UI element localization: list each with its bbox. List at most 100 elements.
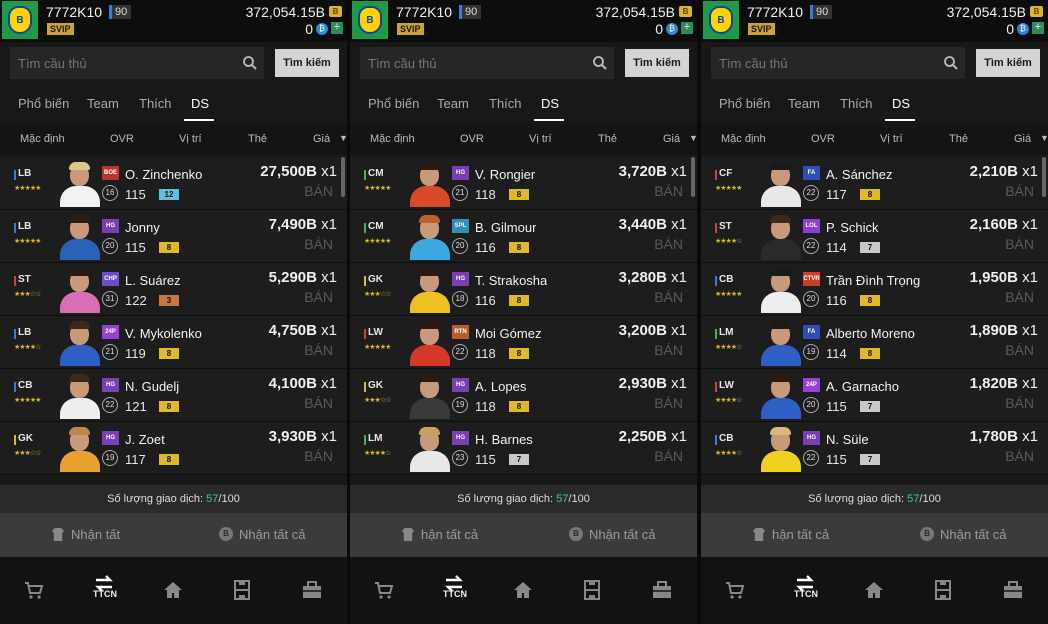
tab-popular[interactable]: Phổ biến — [368, 96, 419, 111]
pitch-icon[interactable] — [932, 579, 954, 601]
sort-desc-icon[interactable]: ▼ — [339, 133, 347, 143]
sell-button[interactable]: BÁN — [1005, 236, 1034, 252]
sort-card[interactable]: Thẻ — [248, 133, 267, 145]
bag-icon[interactable] — [1002, 579, 1024, 601]
sort-position[interactable]: Vị trí — [880, 133, 903, 145]
player-row[interactable]: CB ★★★★★ CTVR 20 Trần Đình Trọng 116 8 1… — [701, 263, 1048, 316]
sort-desc-icon[interactable]: ▼ — [1040, 133, 1048, 143]
sell-button[interactable]: BÁN — [304, 289, 333, 305]
scrollbar[interactable] — [691, 157, 695, 197]
sort-default[interactable]: Mặc định — [721, 133, 766, 145]
player-row[interactable]: ST ★★★☆☆ CHP 31 L. Suárez 122 3 5,290B x… — [0, 263, 347, 316]
sell-button[interactable]: BÁN — [654, 183, 683, 199]
player-row[interactable]: LW ★★★★★ RTN 22 Moi Gómez 118 8 3,200B x… — [350, 316, 697, 369]
tab-popular[interactable]: Phổ biến — [719, 96, 770, 111]
sort-card[interactable]: Thẻ — [598, 133, 617, 145]
tab-team[interactable]: Team — [87, 96, 119, 111]
search-button[interactable]: Tìm kiếm — [275, 49, 339, 77]
sort-position[interactable]: Vị trí — [529, 133, 552, 145]
tab-favorite[interactable]: Thích — [489, 96, 522, 111]
sort-position[interactable]: Vị trí — [179, 133, 202, 145]
sort-price[interactable]: Giá — [1014, 133, 1031, 145]
sell-button[interactable]: BÁN — [1005, 448, 1034, 464]
home-icon[interactable] — [863, 579, 885, 601]
add-credit-button[interactable]: + — [331, 22, 343, 34]
bag-icon[interactable] — [651, 579, 673, 601]
pitch-icon[interactable] — [581, 579, 603, 601]
player-row[interactable]: GK ★★★☆☆ HG 19 A. Lopes 118 8 2,930B x1 … — [350, 369, 697, 422]
tab-list[interactable]: DS — [541, 96, 559, 111]
sell-button[interactable]: BÁN — [1005, 342, 1034, 358]
sell-button[interactable]: BÁN — [1005, 395, 1034, 411]
receive-all-coins-button[interactable]: Nhận tất cả — [940, 527, 1007, 542]
club-logo[interactable]: B — [703, 1, 739, 39]
cart-icon[interactable] — [724, 579, 746, 601]
tab-list[interactable]: DS — [892, 96, 910, 111]
sell-button[interactable]: BÁN — [654, 395, 683, 411]
player-row[interactable]: LB ★★★★☆ 24P 21 V. Mykolenko 119 8 4,750… — [0, 316, 347, 369]
search-icon[interactable] — [943, 55, 959, 71]
tab-list[interactable]: DS — [191, 96, 209, 111]
sort-ovr[interactable]: OVR — [811, 133, 835, 145]
sort-card[interactable]: Thẻ — [949, 133, 968, 145]
receive-all-coins-button[interactable]: Nhận tất cả — [589, 527, 656, 542]
pitch-icon[interactable] — [231, 579, 253, 601]
club-logo[interactable]: B — [352, 1, 388, 39]
club-logo[interactable]: B — [2, 1, 38, 39]
sell-button[interactable]: BÁN — [304, 183, 333, 199]
receive-all-button[interactable]: hận tất cả — [421, 527, 478, 542]
player-row[interactable]: LM ★★★★☆ HG 23 H. Barnes 115 7 2,250B x1… — [350, 422, 697, 475]
sort-default[interactable]: Mặc định — [370, 133, 415, 145]
bag-icon[interactable] — [301, 579, 323, 601]
cart-icon[interactable] — [373, 579, 395, 601]
player-row[interactable]: LM ★★★★☆ FA 19 Alberto Moreno 114 8 1,89… — [701, 316, 1048, 369]
tab-favorite[interactable]: Thích — [840, 96, 873, 111]
sell-button[interactable]: BÁN — [654, 289, 683, 305]
search-button[interactable]: Tìm kiếm — [625, 49, 689, 77]
receive-all-button[interactable]: Nhận tất — [71, 527, 120, 542]
player-row[interactable]: LB ★★★★★ BOE 16 O. Zinchenko 115 12 27,5… — [0, 157, 347, 210]
player-row[interactable]: GK ★★★☆☆ HG 19 J. Zoet 117 8 3,930B x1 B… — [0, 422, 347, 475]
sell-button[interactable]: BÁN — [304, 395, 333, 411]
tab-popular[interactable]: Phổ biến — [18, 96, 69, 111]
home-icon[interactable] — [162, 579, 184, 601]
sort-ovr[interactable]: OVR — [110, 133, 134, 145]
tab-team[interactable]: Team — [437, 96, 469, 111]
player-row[interactable]: CB ★★★★☆ HG 22 N. Süle 115 7 1,780B x1 B… — [701, 422, 1048, 475]
cart-icon[interactable] — [23, 579, 45, 601]
sell-button[interactable]: BÁN — [304, 342, 333, 358]
sort-ovr[interactable]: OVR — [460, 133, 484, 145]
add-credit-button[interactable]: + — [1032, 22, 1044, 34]
scrollbar[interactable] — [341, 157, 345, 197]
sort-price[interactable]: Giá — [663, 133, 680, 145]
search-icon[interactable] — [242, 55, 258, 71]
home-icon[interactable] — [512, 579, 534, 601]
player-row[interactable]: CF ★★★★★ FA 22 A. Sánchez 117 8 2,210B x… — [701, 157, 1048, 210]
receive-all-coins-button[interactable]: Nhận tất cả — [239, 527, 306, 542]
sell-button[interactable]: BÁN — [1005, 289, 1034, 305]
search-button[interactable]: Tìm kiếm — [976, 49, 1040, 77]
player-row[interactable]: LB ★★★★★ HG 20 Jonny 115 8 7,490B x1 BÁN — [0, 210, 347, 263]
receive-all-button[interactable]: hận tất cả — [772, 527, 829, 542]
add-credit-button[interactable]: + — [681, 22, 693, 34]
sell-button[interactable]: BÁN — [654, 236, 683, 252]
search-input[interactable] — [10, 47, 264, 79]
sell-button[interactable]: BÁN — [304, 236, 333, 252]
player-row[interactable]: CM ★★★★★ HG 21 V. Rongier 118 8 3,720B x… — [350, 157, 697, 210]
player-row[interactable]: ST ★★★★☆ LOL 22 P. Schick 114 7 2,160B x… — [701, 210, 1048, 263]
search-input[interactable] — [360, 47, 614, 79]
player-row[interactable]: CB ★★★★★ HG 22 N. Gudelj 121 8 4,100B x1… — [0, 369, 347, 422]
tab-favorite[interactable]: Thích — [139, 96, 172, 111]
sell-button[interactable]: BÁN — [1005, 183, 1034, 199]
sell-button[interactable]: BÁN — [654, 342, 683, 358]
sort-price[interactable]: Giá — [313, 133, 330, 145]
player-row[interactable]: LW ★★★★☆ 24P 20 A. Garnacho 115 7 1,820B… — [701, 369, 1048, 422]
player-row[interactable]: GK ★★★☆☆ HG 18 T. Strakosha 116 8 3,280B… — [350, 263, 697, 316]
sort-default[interactable]: Mặc định — [20, 133, 65, 145]
search-input[interactable] — [711, 47, 965, 79]
player-row[interactable]: CM ★★★★★ SPL 20 B. Gilmour 116 8 3,440B … — [350, 210, 697, 263]
search-icon[interactable] — [592, 55, 608, 71]
tab-team[interactable]: Team — [788, 96, 820, 111]
sell-button[interactable]: BÁN — [654, 448, 683, 464]
scrollbar[interactable] — [1042, 157, 1046, 197]
